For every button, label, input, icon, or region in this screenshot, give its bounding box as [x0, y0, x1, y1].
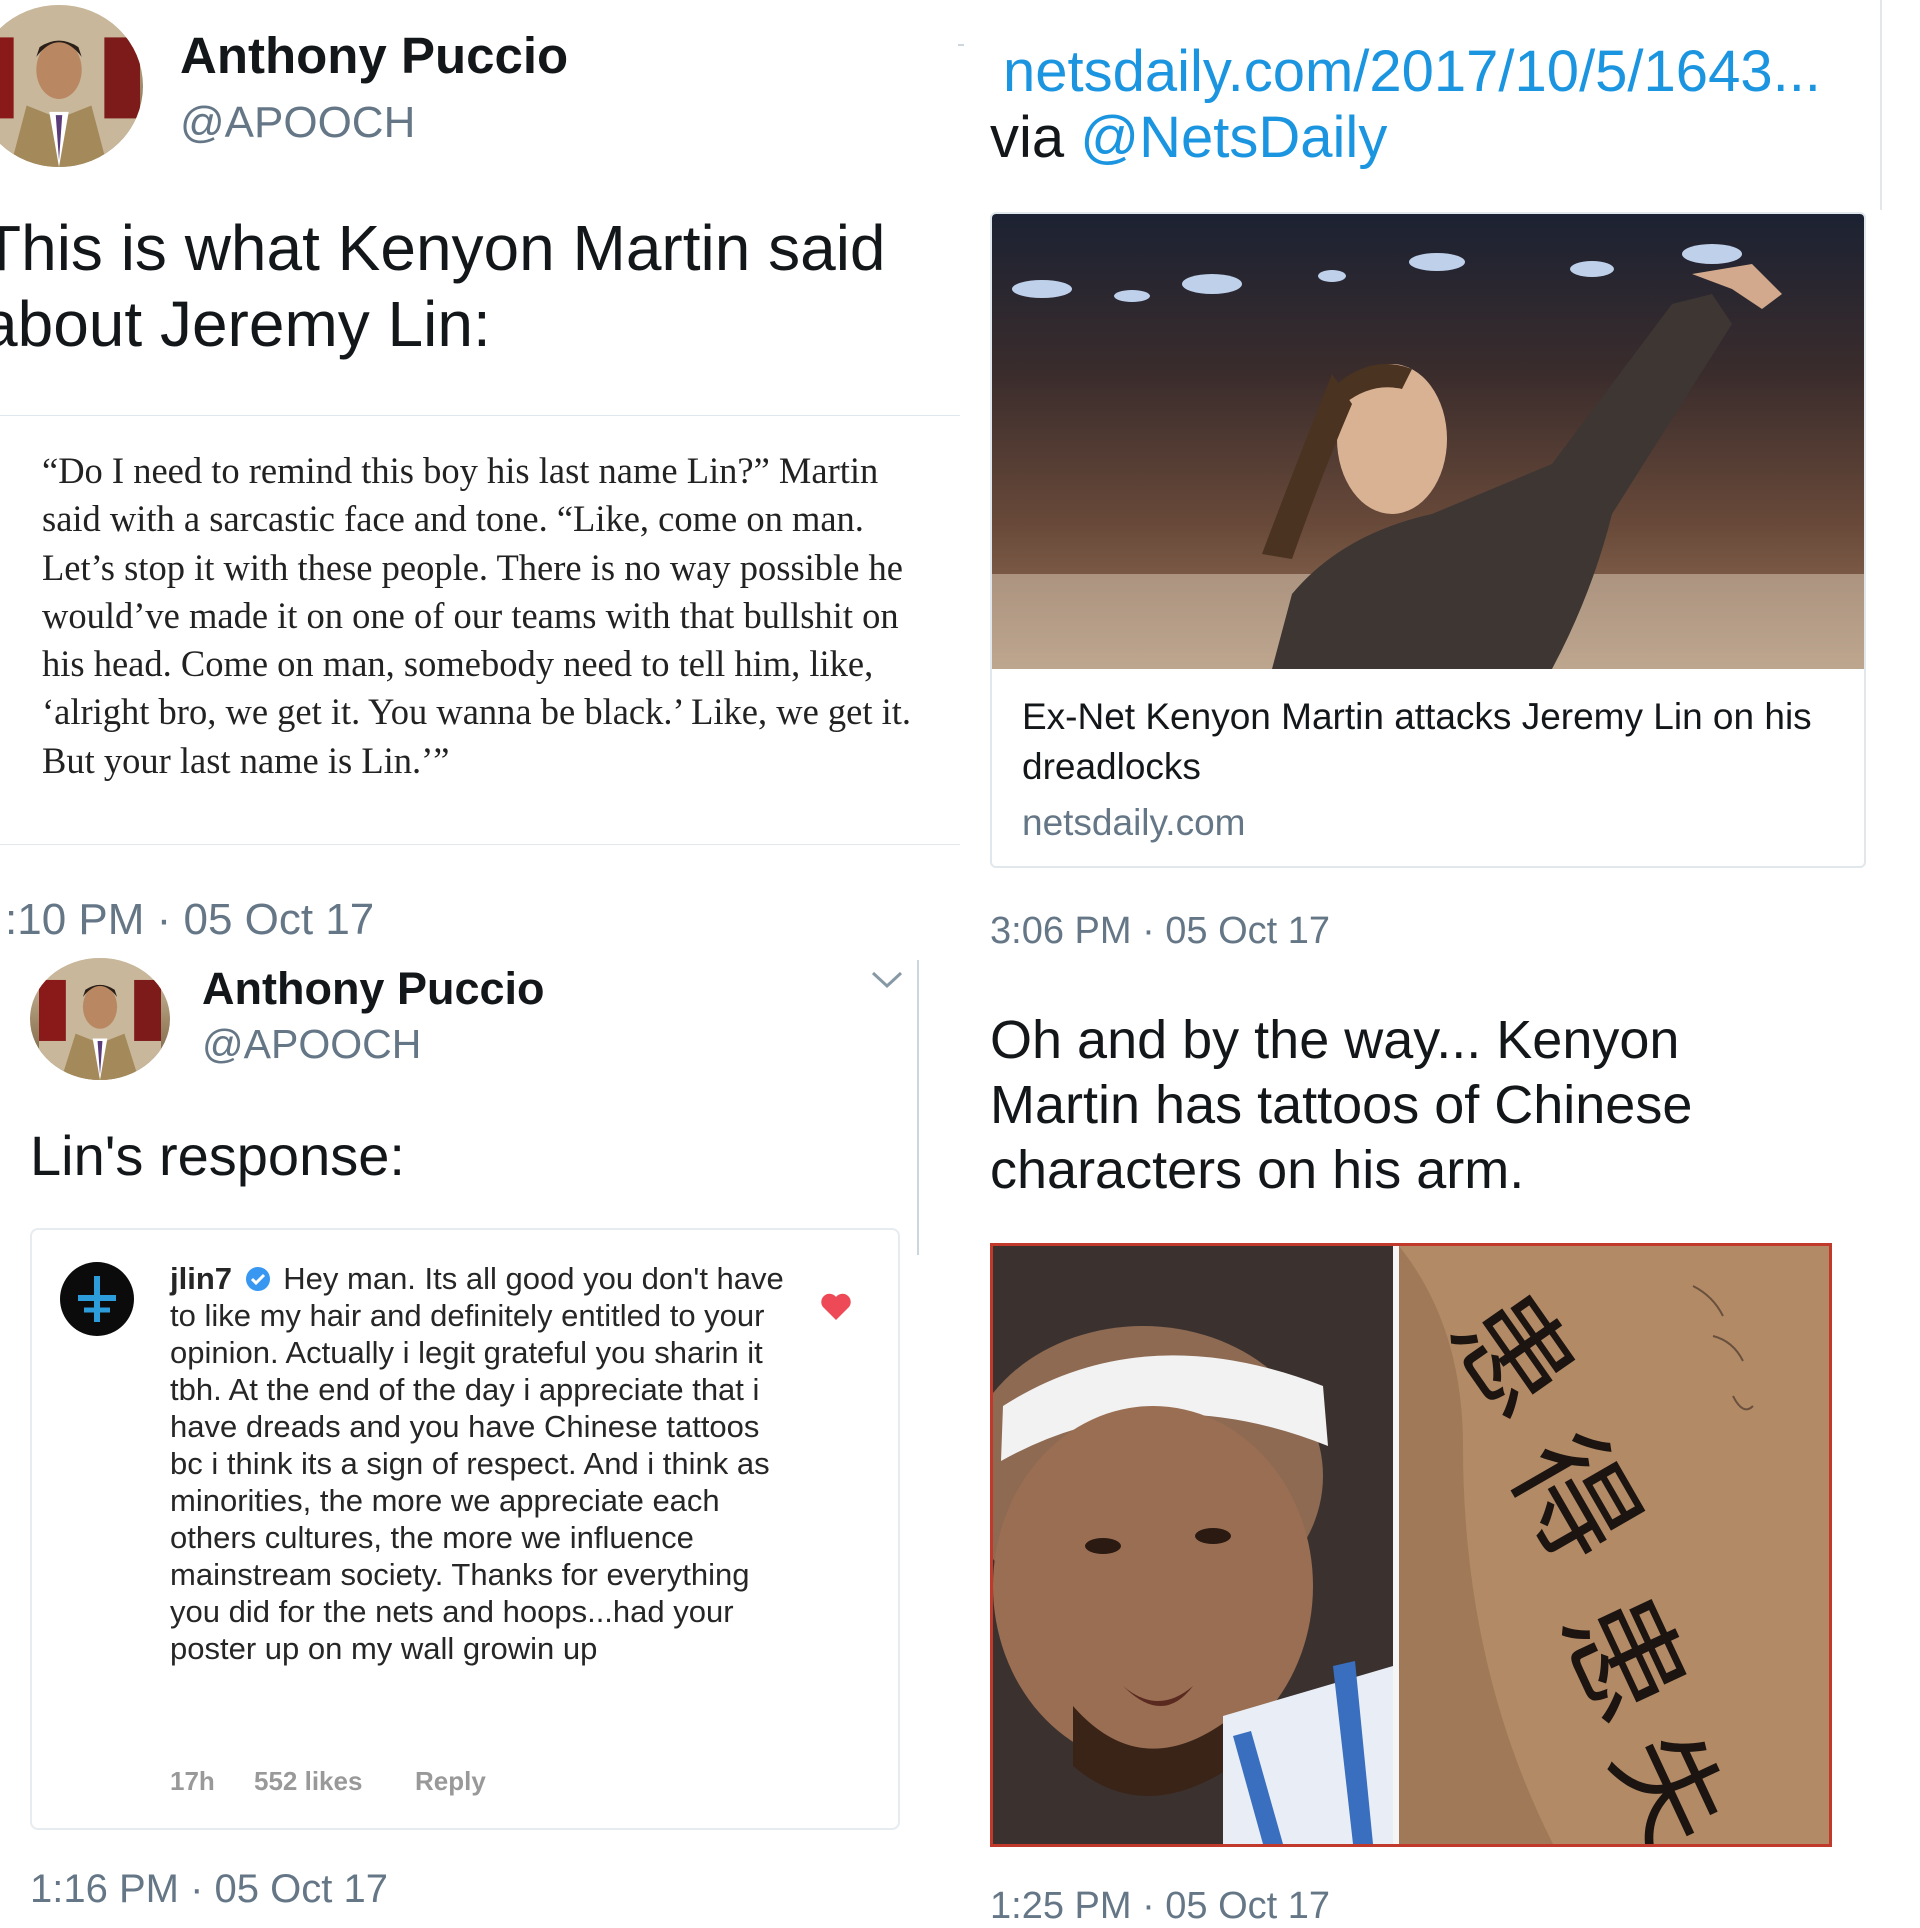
tweet-text: Oh and by the way... Kenyon Martin has t… [990, 1010, 1693, 1200]
comment-username[interactable]: jlin7 [170, 1261, 232, 1296]
author-handle[interactable]: @APOOCH [180, 98, 415, 148]
timestamp[interactable]: 1:16 PM · 05 Oct 17 [30, 1867, 388, 1912]
via-prefix: via [990, 105, 1081, 170]
timestamp[interactable]: 1:25 PM · 05 Oct 17 [990, 1885, 1330, 1928]
verified-badge-icon [245, 1263, 271, 1291]
card-domain: netsdaily.com [1022, 802, 1246, 843]
avatar[interactable] [30, 958, 170, 1080]
tweet-text: Lin's response: [30, 1124, 405, 1187]
link-card[interactable]: Ex-Net Kenyon Martin attacks Jeremy Lin … [990, 212, 1866, 868]
comment-likes[interactable]: 552 likes [254, 1766, 362, 1797]
tweet-text: This is what Kenyon Martin said about Je… [0, 212, 886, 361]
comment-body: jlin7 Hey man. Its all good you don't ha… [170, 1260, 790, 1667]
thread-divider [917, 960, 919, 1255]
tattoo-photo: 患 得 患 失 [990, 1243, 1832, 1847]
comment-age: 17h [170, 1766, 215, 1796]
tattoo-characters: 患 得 患 失 [1424, 1266, 1750, 1844]
quote-text: “Do I need to remind this boy his last n… [42, 450, 912, 781]
quote-block: “Do I need to remind this boy his last n… [0, 415, 960, 845]
card-title[interactable]: Ex-Net Kenyon Martin attacks Jeremy Lin … [1022, 692, 1822, 792]
article-link[interactable]: netsdaily.com/2017/10/5/1643... [1003, 38, 1821, 105]
right-edge-divider [1880, 0, 1882, 210]
via-line: via @NetsDaily [990, 104, 1387, 171]
avatar-photo [39, 958, 161, 1080]
comment-text: Hey man. Its all good you don't have to … [170, 1261, 784, 1666]
avatar[interactable] [0, 5, 143, 167]
chevron-down-icon[interactable] [870, 968, 904, 992]
lin-logo-icon[interactable] [60, 1262, 134, 1336]
card-image [992, 214, 1864, 669]
reply-button[interactable]: Reply [415, 1766, 486, 1797]
author-name[interactable]: Anthony Puccio [180, 26, 568, 85]
avatar-photo [0, 5, 140, 167]
top-right-rule [958, 44, 964, 46]
instagram-comment: jlin7 Hey man. Its all good you don't ha… [30, 1228, 900, 1830]
author-name[interactable]: Anthony Puccio [202, 963, 545, 1015]
via-handle[interactable]: @NetsDaily [1080, 105, 1387, 170]
heart-icon[interactable] [820, 1292, 852, 1322]
author-handle[interactable]: @APOOCH [202, 1021, 421, 1068]
timestamp[interactable]: 3:06 PM · 05 Oct 17 [990, 910, 1330, 953]
timestamp[interactable]: :10 PM · 05 Oct 17 [5, 895, 374, 945]
